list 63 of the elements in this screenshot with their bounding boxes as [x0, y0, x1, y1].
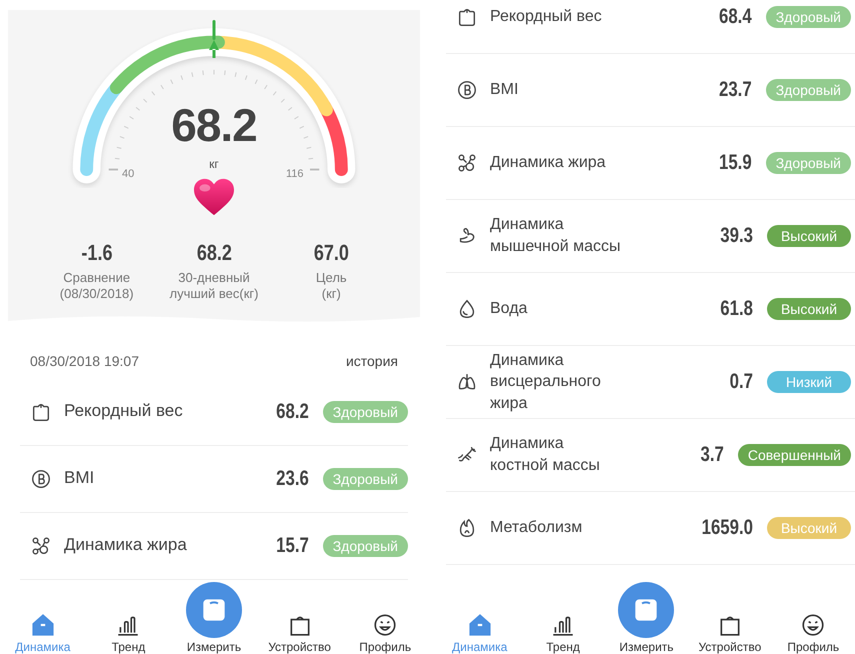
status-tag: Высокий	[767, 517, 851, 539]
metric-value: 39.3	[719, 224, 753, 248]
metric-value: 68.4	[718, 5, 752, 29]
metric-name: Динамика висцерального жира	[490, 350, 602, 414]
status-tag: Низкий	[767, 371, 851, 393]
weight-value: 68.2	[170, 98, 258, 152]
metric-name: Рекордный вес	[64, 400, 184, 422]
metric-value: 61.8	[719, 297, 753, 321]
nav-tab[interactable]: Тренд	[89, 612, 168, 654]
measure-tab[interactable]: Измерить	[607, 582, 686, 654]
home-icon	[466, 612, 493, 638]
metric-name: Динамика жира	[64, 534, 188, 556]
metric-value: 3.7	[700, 443, 724, 467]
stat-label: Цель (кг)	[316, 270, 347, 302]
status-tag: Совершенный	[738, 444, 851, 466]
metric-name: BMI	[64, 467, 96, 490]
stat-label: 30-дневный лучший вес(кг)	[169, 270, 258, 302]
nav-tab[interactable]: Устройство	[260, 612, 339, 654]
smiley-icon	[372, 612, 398, 638]
status-tag: Здоровый	[766, 152, 851, 174]
unit-label: кг	[208, 157, 220, 171]
metric-value: 23.7	[718, 78, 752, 102]
metric-value: 1659.0	[700, 516, 753, 540]
nav-tab[interactable]: Профиль	[774, 612, 852, 654]
smiley-icon	[800, 612, 826, 638]
metric-name: Рекордный вес	[490, 7, 603, 28]
stat-label: Сравнение (08/30/2018)	[60, 270, 134, 302]
status-tag: Высокий	[767, 298, 851, 320]
metric-name: Вода	[490, 299, 528, 320]
molecule-icon	[30, 534, 52, 556]
metric-value: 0.7	[728, 370, 753, 394]
nav-tab[interactable]: Устройство	[690, 612, 769, 654]
bmi-icon	[30, 468, 52, 490]
stat-value: -1.6	[81, 240, 112, 266]
scale-min-label: 40	[122, 168, 134, 180]
heart-icon	[192, 177, 236, 217]
bmi-icon	[456, 79, 478, 101]
metric-value: 68.2	[276, 400, 309, 424]
scale-max-label: 116	[286, 168, 304, 180]
metric-name: Динамика костной массы	[490, 434, 601, 476]
metric-name: Динамика мышечной массы	[490, 215, 622, 257]
status-tag: Здоровый	[766, 6, 851, 28]
status-tag: Здоровый	[322, 400, 408, 422]
status-tag: Высокий	[767, 225, 851, 247]
metric-name: Метаболизм	[490, 518, 584, 538]
nav-tab[interactable]: Профиль	[346, 612, 424, 654]
metric-value: 15.9	[718, 151, 752, 175]
molecule-icon	[456, 152, 478, 174]
measurement-date: 08/30/2018 19:07	[30, 352, 139, 368]
home-icon	[30, 612, 56, 638]
status-tag: Здоровый	[766, 79, 851, 101]
metric-value: 23.6	[276, 466, 309, 490]
metric-value: 15.7	[276, 534, 309, 558]
measure-tab[interactable]: Измерить	[174, 582, 253, 654]
history-link[interactable]: история	[346, 352, 398, 368]
status-tag: Здоровый	[322, 534, 408, 556]
nav-tab[interactable]: Тренд	[524, 612, 602, 654]
stat-value: 68.2	[196, 240, 232, 266]
scale-icon	[456, 6, 478, 28]
metric-name: Динамика жира	[490, 153, 607, 174]
metric-name: BMI	[490, 80, 520, 100]
stat-value: 67.0	[314, 240, 349, 266]
status-tag: Здоровый	[322, 468, 408, 490]
